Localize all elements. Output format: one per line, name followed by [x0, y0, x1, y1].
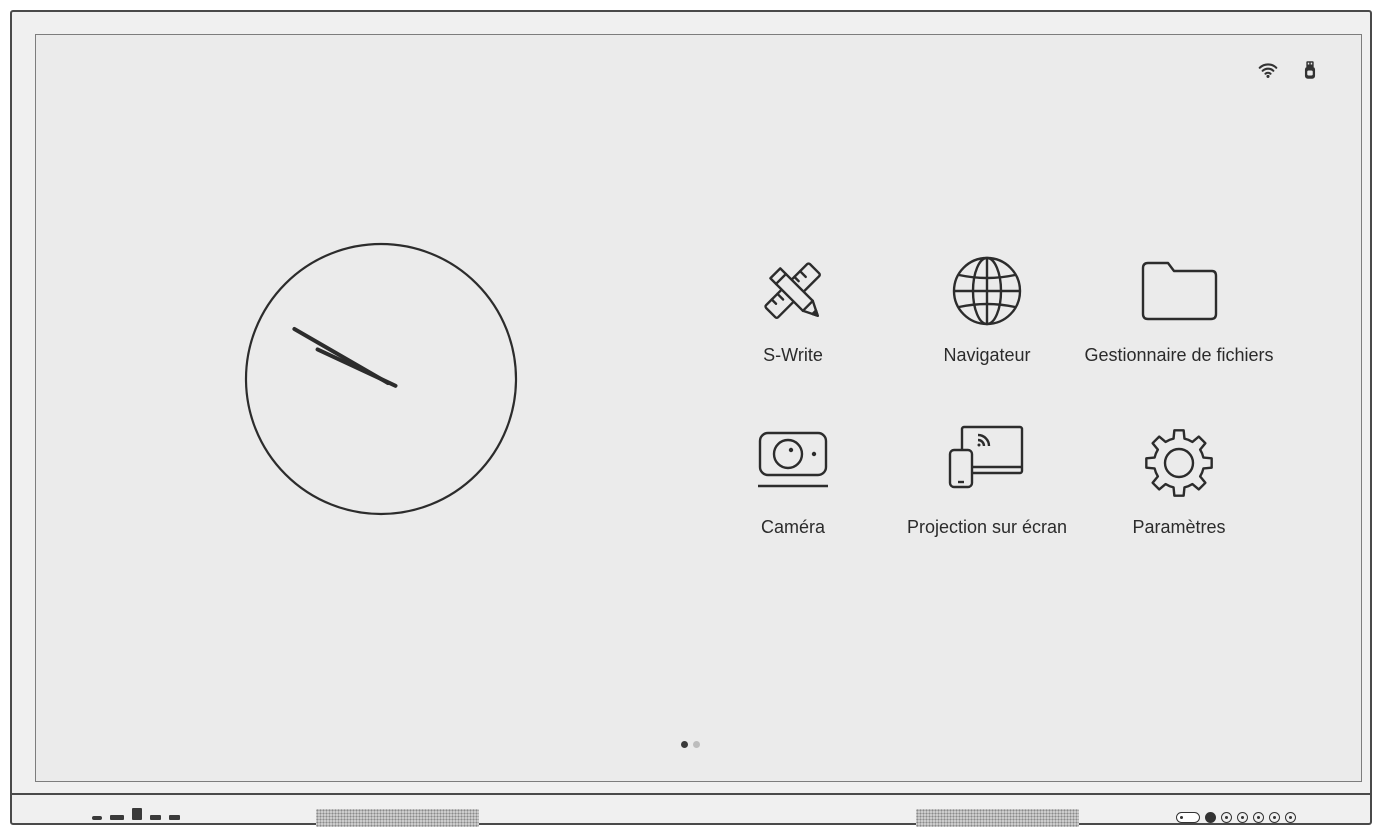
speaker-grille-left	[316, 809, 479, 827]
screen-cast-icon	[942, 423, 1032, 503]
home-screen: S-Write Navigateur Gestionnaire de fichi…	[35, 34, 1362, 782]
usb-icon[interactable]	[1299, 59, 1321, 81]
clock-minute-hand	[315, 347, 398, 388]
app-projection-ecran[interactable]: Projection sur écran	[887, 423, 1087, 563]
app-navigateur[interactable]: Navigateur	[887, 251, 1087, 391]
touch-usb-port	[132, 808, 142, 820]
display-device: S-Write Navigateur Gestionnaire de fichi…	[0, 0, 1375, 834]
globe-icon	[942, 251, 1032, 331]
app-label: Navigateur	[943, 345, 1031, 365]
volume-up-button[interactable]	[1269, 812, 1280, 823]
app-label: Gestionnaire de fichiers	[1084, 345, 1274, 365]
gear-icon	[1134, 423, 1224, 503]
app-grid: S-Write Navigateur Gestionnaire de fichi…	[693, 251, 1293, 571]
page-dot-2[interactable]	[693, 741, 700, 748]
hdmi-port	[110, 815, 124, 820]
back-button[interactable]	[1285, 812, 1296, 823]
app-label: S-Write	[763, 345, 823, 365]
pen-ruler-icon	[748, 251, 838, 331]
app-parametres[interactable]: Paramètres	[1079, 423, 1279, 563]
app-label: Caméra	[760, 517, 826, 537]
page-indicator	[681, 741, 700, 748]
usb-port-2	[169, 815, 180, 820]
volume-down-button[interactable]	[1253, 812, 1264, 823]
camera-icon	[748, 423, 838, 503]
home-button[interactable]	[1221, 812, 1232, 823]
front-ports	[92, 808, 180, 820]
analog-clock	[244, 242, 518, 516]
bezel-divider	[10, 793, 1372, 795]
speaker-grille-right	[916, 809, 1079, 827]
app-label: Paramètres	[1132, 517, 1226, 537]
app-s-write[interactable]: S-Write	[693, 251, 893, 391]
folder-icon	[1134, 251, 1224, 331]
input-button[interactable]	[1237, 812, 1248, 823]
page-dot-1[interactable]	[681, 741, 688, 748]
usb-port-1	[150, 815, 161, 820]
hardware-buttons	[1176, 812, 1296, 823]
app-camera[interactable]: Caméra	[693, 423, 893, 563]
light-sensor	[1176, 812, 1200, 823]
wifi-icon[interactable]	[1257, 59, 1279, 81]
app-gestionnaire-fichiers[interactable]: Gestionnaire de fichiers	[1079, 251, 1279, 391]
power-button[interactable]	[1205, 812, 1216, 823]
usb-c-port	[92, 816, 102, 820]
status-bar	[1257, 59, 1321, 81]
app-label: Projection sur écran	[906, 517, 1068, 537]
